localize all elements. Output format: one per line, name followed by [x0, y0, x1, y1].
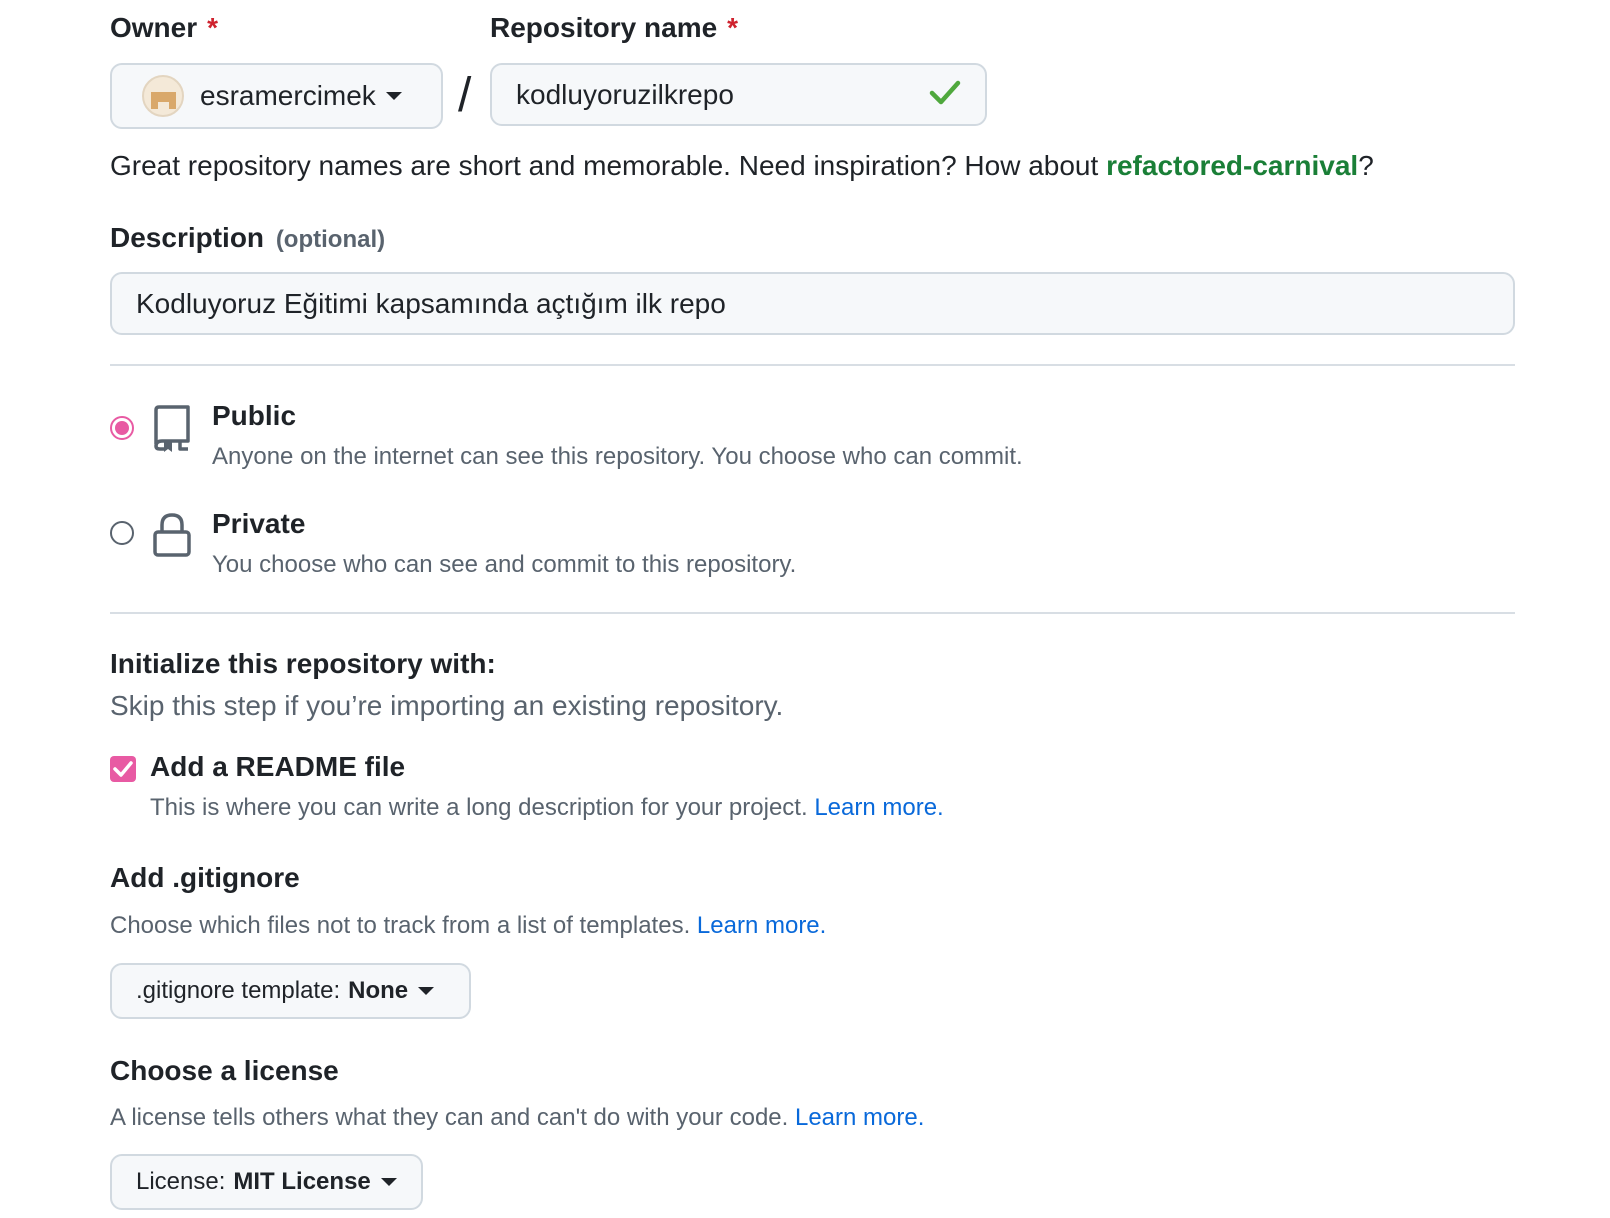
license-select[interactable]: License: MIT License: [110, 1154, 423, 1210]
owner-repo-separator: /: [458, 69, 472, 122]
divider: [110, 364, 1515, 366]
public-option-title: Public: [212, 400, 297, 431]
lock-icon: [152, 512, 192, 563]
description-input[interactable]: Kodluyoruz Eğitimi kapsamında açtığım il…: [110, 272, 1515, 335]
checkmark-icon: [113, 761, 133, 777]
repo-icon: [152, 404, 192, 457]
repository-name-label: Repository name *: [490, 12, 738, 44]
owner-name: esramercimek: [200, 80, 376, 111]
avatar: [142, 75, 184, 117]
caret-down-icon: [385, 92, 402, 100]
gitignore-learn-more-link[interactable]: Learn more.: [697, 912, 826, 939]
repository-name-value: kodluyoruzilkrepo: [516, 78, 734, 110]
hint-suffix: ?: [1358, 150, 1374, 181]
public-radio[interactable]: [110, 416, 134, 440]
description-label: Description (optional): [110, 222, 385, 254]
private-radio[interactable]: [110, 521, 134, 545]
optional-tag: (optional): [275, 226, 386, 253]
readme-checkbox[interactable]: [110, 756, 136, 782]
initialize-subtitle: Skip this step if you’re importing an ex…: [110, 690, 784, 721]
description-value: Kodluyoruz Eğitimi kapsamında açtığım il…: [136, 287, 726, 319]
check-icon: [929, 78, 961, 111]
readme-label[interactable]: Add a README file: [150, 751, 405, 783]
license-description-text: A license tells others what they can and…: [110, 1104, 789, 1131]
description-label-text: Description: [110, 222, 265, 253]
license-select-value: MIT License: [233, 1168, 371, 1195]
readme-description: This is where you can write a long descr…: [150, 794, 944, 822]
caret-down-icon: [418, 987, 435, 995]
private-option-description: You choose who can see and commit to thi…: [212, 551, 797, 578]
divider: [110, 612, 1515, 614]
readme-description-text: This is where you can write a long descr…: [150, 794, 808, 821]
owner-dropdown[interactable]: esramercimek: [110, 63, 443, 129]
initialize-title: Initialize this repository with:: [110, 648, 496, 679]
gitignore-description-text: Choose which files not to track from a l…: [110, 912, 691, 939]
repository-name-input[interactable]: kodluyoruzilkrepo: [490, 63, 987, 126]
owner-label-text: Owner: [110, 12, 198, 43]
required-mark: *: [727, 12, 739, 43]
license-description: A license tells others what they can and…: [110, 1104, 924, 1132]
repository-name-label-text: Repository name: [490, 12, 718, 43]
required-mark: *: [207, 12, 219, 43]
gitignore-title: Add .gitignore: [110, 862, 300, 893]
gitignore-template-select[interactable]: .gitignore template: None: [110, 963, 471, 1019]
name-suggestion-link[interactable]: refactored-carnival: [1106, 150, 1358, 181]
repository-name-hint: Great repository names are short and mem…: [110, 150, 1374, 182]
license-learn-more-link[interactable]: Learn more.: [795, 1104, 924, 1131]
gitignore-description: Choose which files not to track from a l…: [110, 912, 826, 940]
gitignore-select-prefix: .gitignore template:: [136, 977, 341, 1004]
public-option-description: Anyone on the internet can see this repo…: [212, 443, 1023, 470]
gitignore-select-value: None: [348, 977, 409, 1004]
readme-learn-more-link[interactable]: Learn more.: [814, 794, 943, 821]
owner-label: Owner *: [110, 12, 218, 44]
private-option-title: Private: [212, 508, 306, 539]
hint-text: Great repository names are short and mem…: [110, 150, 1107, 181]
caret-down-icon: [380, 1178, 397, 1186]
license-select-prefix: License:: [136, 1168, 226, 1195]
license-title: Choose a license: [110, 1055, 339, 1086]
